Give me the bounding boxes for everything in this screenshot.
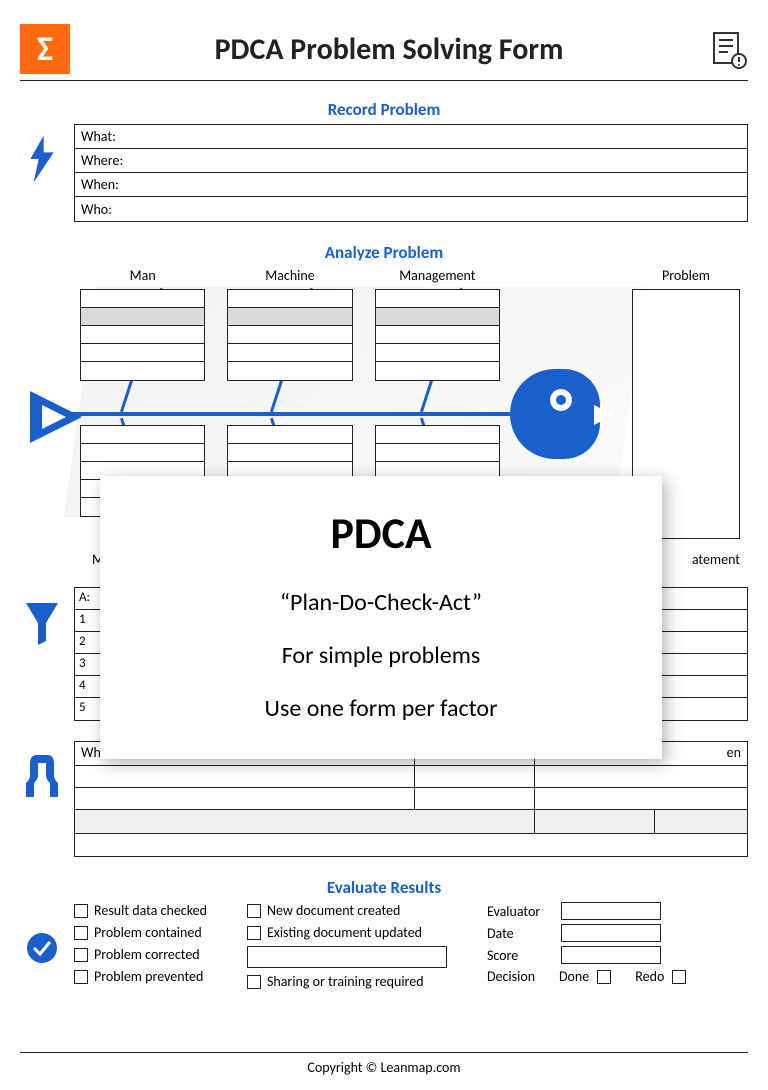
checkbox[interactable] — [597, 970, 611, 984]
decision-label: Decision — [487, 968, 551, 985]
page-title: PDCA Problem Solving Form — [70, 31, 708, 68]
overlay-text: For simple problems — [120, 641, 642, 670]
statement-label-partial: atement — [692, 551, 740, 568]
fishbone-category: Man — [80, 267, 205, 289]
eval-field-label: Evaluator — [487, 903, 551, 920]
fishbone-category: Management — [375, 267, 500, 289]
redo-label: Redo — [635, 968, 664, 985]
checkbox[interactable] — [74, 926, 88, 940]
text-input[interactable] — [247, 946, 447, 968]
problem-header: Problem — [632, 267, 740, 289]
footer-copyright: Copyright © Leanmap.com — [20, 1052, 748, 1076]
record-row[interactable]: When: — [75, 173, 747, 197]
checkbox[interactable] — [74, 904, 88, 918]
checkbox[interactable] — [672, 970, 686, 984]
check-label: Problem prevented — [94, 968, 203, 985]
fish-tail-icon — [30, 387, 85, 452]
document-alert-icon — [708, 29, 748, 69]
checkbox[interactable] — [247, 904, 261, 918]
fish-head-icon — [510, 369, 600, 459]
eval-field-label: Date — [487, 925, 551, 942]
check-label: Problem corrected — [94, 946, 200, 963]
overlay-heading: PDCA — [120, 506, 642, 560]
lightning-icon — [20, 124, 64, 184]
checkbox[interactable] — [247, 975, 261, 989]
checkbox[interactable] — [247, 926, 261, 940]
wrench-icon — [20, 741, 64, 801]
header: Σ PDCA Problem Solving Form — [20, 24, 748, 74]
evaluate-section-title: Evaluate Results — [20, 877, 748, 898]
overlay-text: Use one form per factor — [120, 694, 642, 723]
analyze-section-title: Analyze Problem — [20, 242, 748, 263]
record-row[interactable]: Where: — [75, 149, 747, 173]
fishbone-causes-table[interactable] — [375, 289, 500, 381]
text-input[interactable] — [561, 924, 661, 942]
funnel-icon — [20, 587, 64, 647]
eval-field-label: Score — [487, 947, 551, 964]
checkbox[interactable] — [74, 948, 88, 962]
check-label: Sharing or training required — [267, 973, 424, 990]
record-row[interactable]: What: — [75, 125, 747, 149]
record-problem-table: What: Where: When: Who: — [74, 124, 748, 222]
text-input[interactable] — [561, 902, 661, 920]
fishbone-causes-table[interactable] — [80, 289, 205, 381]
overlay-text: “Plan-Do-Check-Act” — [120, 588, 642, 617]
check-label: New document created — [267, 902, 400, 919]
fishbone-causes-table[interactable] — [227, 289, 352, 381]
record-section-title: Record Problem — [20, 99, 748, 120]
record-row[interactable]: Who: — [75, 197, 747, 221]
check-label: Result data checked — [94, 902, 207, 919]
done-label: Done — [559, 968, 589, 985]
check-label: Existing document updated — [267, 924, 422, 941]
check-circle-icon — [20, 902, 64, 964]
check-label: Problem contained — [94, 924, 202, 941]
evaluate-grid: Result data checked Problem contained Pr… — [74, 902, 686, 990]
info-overlay-card: PDCA “Plan-Do-Check-Act” For simple prob… — [100, 476, 662, 759]
sigma-logo: Σ — [20, 24, 70, 74]
checkbox[interactable] — [74, 970, 88, 984]
text-input[interactable] — [561, 946, 661, 964]
fishbone-category: Machine — [227, 267, 352, 289]
